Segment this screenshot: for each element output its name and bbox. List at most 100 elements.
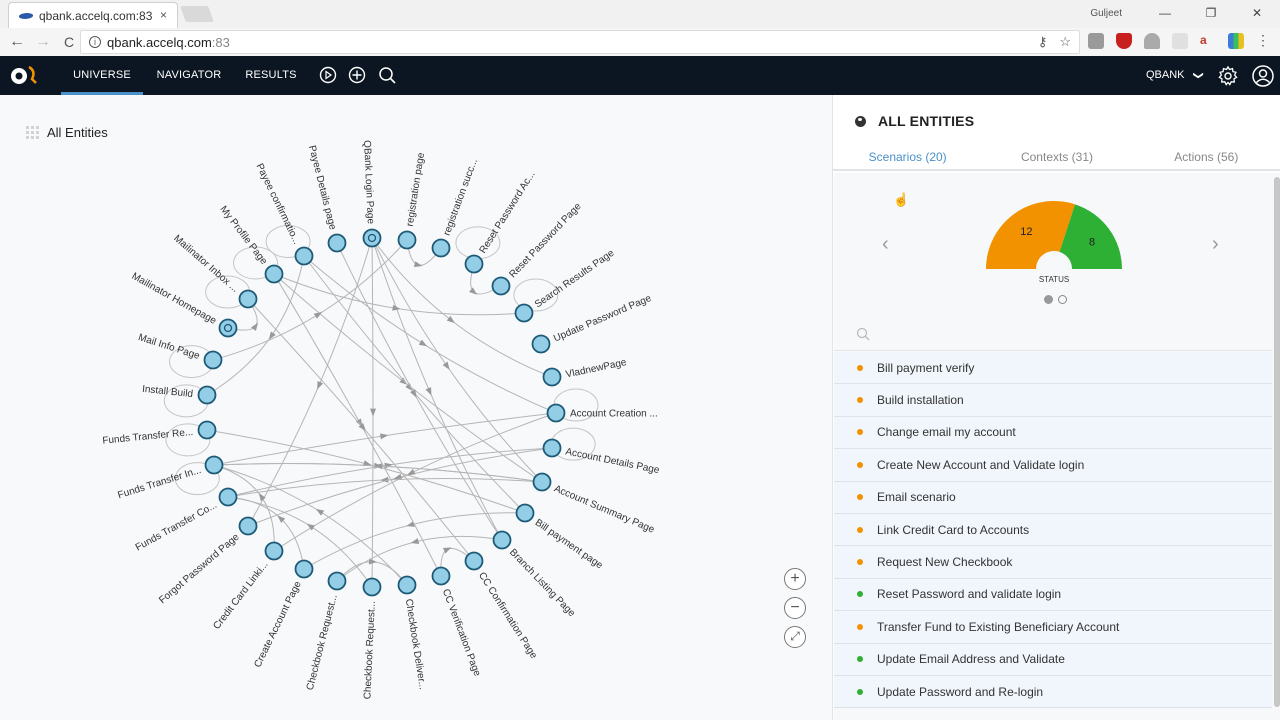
- node-circle[interactable]: [542, 367, 562, 387]
- zoom-out-button[interactable]: −: [784, 597, 806, 619]
- play-icon[interactable]: [319, 66, 337, 84]
- scenario-search-input[interactable]: [880, 325, 1260, 347]
- gear-icon[interactable]: [1217, 65, 1239, 87]
- scenario-list-item[interactable]: Request New Checkbook: [834, 546, 1272, 579]
- node-circle[interactable]: [532, 472, 552, 492]
- key-icon[interactable]: ⚷: [1038, 34, 1048, 50]
- graph-node[interactable]: Payee confirmatio...: [254, 162, 314, 266]
- node-circle[interactable]: [464, 551, 484, 571]
- node-circle[interactable]: [362, 228, 382, 248]
- scenario-list-item[interactable]: Change email my account: [834, 416, 1272, 450]
- back-button[interactable]: ←: [4, 33, 30, 51]
- tab-contexts[interactable]: Contexts (31): [982, 143, 1131, 169]
- graph-node[interactable]: Funds Transfer Re...: [102, 420, 217, 447]
- project-selector[interactable]: QBANK ❯: [1146, 69, 1203, 81]
- tab-close-icon[interactable]: ×: [160, 8, 167, 22]
- accelq-logo[interactable]: [8, 63, 40, 87]
- restore-icon[interactable]: ❐: [1188, 6, 1234, 20]
- scenario-list-item[interactable]: Update Email Address and Validate: [834, 643, 1272, 676]
- node-circle[interactable]: [397, 230, 417, 250]
- address-bar[interactable]: i qbank.accelq.com:83 ⚷ ☆: [80, 30, 1080, 54]
- node-circle[interactable]: [197, 420, 217, 440]
- graph-node[interactable]: CC Verification Page: [431, 566, 483, 679]
- node-circle[interactable]: [431, 566, 451, 586]
- node-circle[interactable]: [264, 264, 284, 284]
- scenario-list-item[interactable]: Create New Account and Validate login: [834, 449, 1272, 482]
- node-circle[interactable]: [397, 575, 417, 595]
- node-circle[interactable]: [218, 487, 238, 507]
- browser-tab[interactable]: qbank.accelq.com:83 ×: [8, 2, 178, 28]
- scenario-list-item[interactable]: Update Password and Re-login: [834, 675, 1272, 709]
- zoom-in-button[interactable]: +: [784, 568, 806, 590]
- node-circle[interactable]: [294, 559, 314, 579]
- nav-results[interactable]: RESULTS: [240, 56, 302, 95]
- node-circle[interactable]: [514, 303, 534, 323]
- node-circle[interactable]: [264, 541, 284, 561]
- graph-node[interactable]: Checkbook Request...: [305, 571, 347, 692]
- carousel-prev-button[interactable]: ‹: [882, 233, 889, 256]
- add-icon[interactable]: [348, 66, 366, 84]
- node-circle[interactable]: [542, 438, 562, 458]
- tab-actions[interactable]: Actions (56): [1132, 143, 1280, 169]
- graph-node[interactable]: Mail Info Page: [137, 332, 223, 370]
- node-circle[interactable]: [515, 503, 535, 523]
- node-circle[interactable]: [362, 577, 382, 597]
- graph-node[interactable]: VladnewPage: [542, 357, 628, 387]
- nav-navigator[interactable]: NAVIGATOR: [150, 56, 228, 95]
- graph-node[interactable]: Checkbook Deliver...: [397, 575, 428, 691]
- scenario-list-item[interactable]: Link Credit Card to Accounts: [834, 513, 1272, 547]
- extension-icon[interactable]: [1088, 32, 1104, 49]
- node-circle[interactable]: [197, 385, 217, 405]
- user-profile-icon[interactable]: [1252, 65, 1274, 87]
- node-circle[interactable]: [238, 516, 258, 536]
- node-circle[interactable]: [464, 254, 484, 274]
- accelq-extension-icon[interactable]: a: [1200, 33, 1216, 49]
- node-circle[interactable]: [546, 403, 566, 423]
- graph-node[interactable]: Funds Transfer In...: [117, 455, 224, 502]
- browser-menu-icon[interactable]: ⋮: [1256, 32, 1270, 49]
- graph-node[interactable]: registration page: [397, 151, 428, 250]
- scrollbar[interactable]: [1274, 177, 1280, 707]
- close-window-icon[interactable]: ✕: [1234, 6, 1280, 20]
- scenario-list-item[interactable]: Bill payment verify: [834, 352, 1272, 385]
- node-circle[interactable]: [327, 233, 347, 253]
- graph-node[interactable]: Install Build: [142, 384, 217, 405]
- ghostery-icon[interactable]: [1144, 32, 1160, 49]
- minimize-icon[interactable]: —: [1142, 6, 1188, 20]
- node-circle[interactable]: [492, 530, 512, 550]
- node-circle[interactable]: [531, 334, 551, 354]
- carousel-dot[interactable]: [1044, 295, 1053, 304]
- node-circle[interactable]: [218, 318, 238, 338]
- new-tab-button[interactable]: [180, 6, 214, 22]
- entity-graph[interactable]: QBank Login Page registration page registr…: [0, 95, 832, 720]
- nav-universe[interactable]: UNIVERSE: [61, 56, 143, 95]
- ublock-icon[interactable]: [1116, 32, 1132, 49]
- tab-scenarios[interactable]: Scenarios (20): [833, 143, 982, 169]
- graph-node[interactable]: My Profile Page: [218, 204, 284, 284]
- fit-to-screen-button[interactable]: ⤢: [784, 626, 806, 648]
- search-icon[interactable]: [378, 66, 396, 84]
- graph-node[interactable]: Checkbook Request...: [362, 577, 382, 700]
- node-circle[interactable]: [204, 455, 224, 475]
- node-circle[interactable]: [238, 289, 258, 309]
- carousel-next-button[interactable]: ›: [1212, 233, 1219, 256]
- forward-button[interactable]: →: [30, 33, 56, 51]
- node-circle[interactable]: [491, 276, 511, 296]
- info-icon[interactable]: i: [89, 36, 101, 48]
- universe-graph-canvas[interactable]: QBank Login Page registration page registr…: [0, 95, 832, 720]
- carousel-dot[interactable]: [1058, 295, 1067, 304]
- reload-button[interactable]: C: [56, 34, 82, 50]
- node-circle[interactable]: [431, 238, 451, 258]
- graph-node[interactable]: QBank Login Page: [361, 140, 382, 248]
- scenario-list-item[interactable]: Email scenario: [834, 481, 1272, 514]
- node-circle[interactable]: [294, 246, 314, 266]
- scenario-list-item[interactable]: Transfer Fund to Existing Beneficiary Ac…: [834, 611, 1272, 644]
- scenario-list-item[interactable]: Reset Password and validate login: [834, 578, 1272, 612]
- graph-node[interactable]: Payee Details page: [306, 144, 347, 253]
- node-circle[interactable]: [327, 571, 347, 591]
- node-circle[interactable]: [203, 350, 223, 370]
- scenario-list-item[interactable]: Build installation: [834, 384, 1272, 417]
- bookmark-star-icon[interactable]: ☆: [1059, 34, 1071, 50]
- extension-icon[interactable]: [1228, 32, 1244, 49]
- extension-icon[interactable]: [1172, 32, 1188, 49]
